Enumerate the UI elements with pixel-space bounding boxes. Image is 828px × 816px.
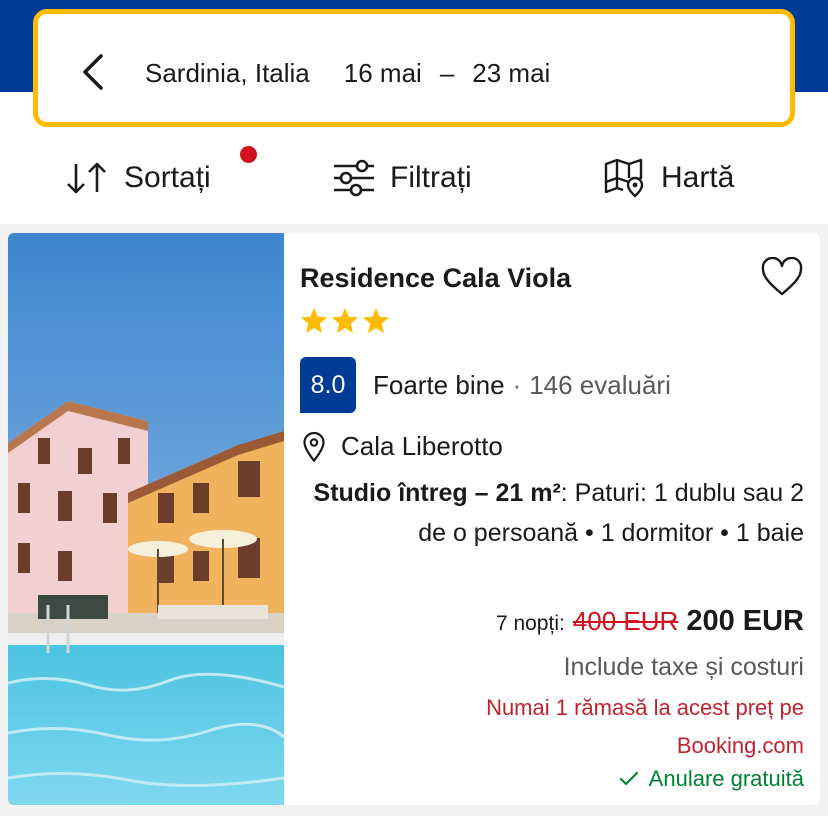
back-button[interactable] <box>78 52 108 92</box>
map-icon <box>603 158 647 198</box>
sort-label: Sortați <box>124 161 211 194</box>
property-card[interactable]: Residence Cala Viola 8.0 Foarte bine · 146… <box>8 233 820 805</box>
filter-button[interactable]: Filtrați <box>332 155 472 201</box>
date-separator: – <box>439 58 455 88</box>
property-photo[interactable] <box>8 233 284 805</box>
chevron-left-icon <box>83 54 103 90</box>
taxes-note: Include taxe și costuri <box>563 653 804 681</box>
free-cancellation-label: Anulare gratuită <box>648 766 804 791</box>
active-sort-indicator <box>240 146 257 163</box>
sort-button[interactable]: Sortați <box>64 155 211 201</box>
star-rating <box>300 307 390 335</box>
location-text[interactable]: Cala Liberotto <box>341 431 503 462</box>
checkmark-icon <box>619 771 639 787</box>
search-summary[interactable]: Sardinia, Italia 16 mai – 23 mai <box>145 58 550 89</box>
room-description: Studio întreg – 21 m²: Paturi: 1 dublu s… <box>304 473 804 553</box>
map-label: Hartă <box>661 161 735 194</box>
room-type: Studio întreg – 21 m² <box>313 479 561 507</box>
search-summary-box[interactable]: Sardinia, Italia 16 mai – 23 mai <box>33 9 795 127</box>
price-row: 7 nopți: 400 EUR 200 EUR <box>496 605 804 638</box>
discounted-price: 200 EUR <box>686 605 804 637</box>
star-icon <box>301 308 327 333</box>
favorite-button[interactable] <box>760 256 804 297</box>
filter-sliders-icon <box>332 159 376 197</box>
scarcity-message: Numai 1 rămasă la acest preț pe Booking.… <box>486 695 804 758</box>
destination-text: Sardinia, Italia <box>145 58 310 88</box>
sort-arrows-icon <box>64 161 110 195</box>
date-from: 16 mai <box>343 58 422 88</box>
original-price: 400 EUR <box>572 606 679 636</box>
star-icon <box>363 308 389 333</box>
location-pin-icon <box>303 431 325 463</box>
free-cancellation: Anulare gratuită <box>619 766 804 792</box>
review-count: 146 evaluări <box>529 370 671 400</box>
filter-label: Filtrați <box>390 161 472 194</box>
review-score-label: Foarte bine <box>373 370 505 400</box>
map-button[interactable]: Hartă <box>603 155 734 201</box>
star-icon <box>332 308 358 333</box>
nights-label: 7 nopți: <box>495 612 565 635</box>
review-separator: · <box>512 370 522 400</box>
hotel-name[interactable]: Residence Cala Viola <box>300 263 571 294</box>
date-to: 23 mai <box>472 58 551 88</box>
heart-outline-icon <box>761 256 803 296</box>
review-score-badge: 8.0 <box>300 357 356 413</box>
review-summary: Foarte bine · 146 evaluări <box>373 370 671 401</box>
